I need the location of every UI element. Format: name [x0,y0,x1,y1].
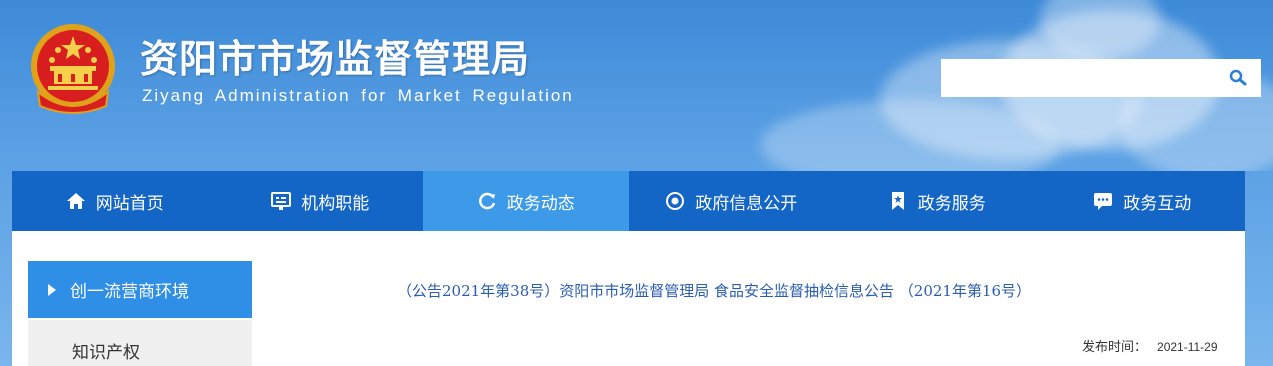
main-nav: 网站首页 机构职能 政务动态 政府信息公开 政务服务 政务互动 [12,171,1245,231]
article-title: （公告2021年第38号）资阳市市场监督管理局 食品安全监督抽检信息公告 （20… [397,282,1032,300]
chat-icon [1094,193,1113,210]
nav-item-info-disclosure[interactable]: 政府信息公开 [629,171,835,231]
search-box [941,59,1261,97]
national-emblem-icon [28,20,118,116]
sidebar-item-label: 知识产权 [72,342,140,363]
nav-item-interaction[interactable]: 政务互动 [1040,171,1246,231]
nav-item-label: 政务互动 [1123,193,1192,214]
sidebar-item-label: 创一流营商环境 [70,282,189,302]
site-subtitle: Ziyang Administration for Market Regulat… [142,86,574,105]
nav-item-services[interactable]: 政务服务 [834,171,1040,231]
organization-icon [271,192,292,210]
content-area: 创一流营商环境 知识产权 （公告2021年第38号）资阳市市场监督管理局 食品安… [12,231,1245,366]
sidebar-item-intellectual-property[interactable]: 知识产权 [28,320,252,366]
nav-item-label: 政务服务 [917,193,986,214]
nav-item-organization[interactable]: 机构职能 [218,171,424,231]
publish-date: 2021-11-29 [1157,340,1218,354]
nav-item-news[interactable]: 政务动态 [423,171,629,231]
search-input[interactable] [941,59,1221,97]
nav-item-label: 机构职能 [301,193,370,214]
publish-time: 发布时间： 2021-11-29 [1082,336,1218,355]
site-title: 资阳市市场监督管理局 [140,37,531,81]
nav-item-label: 政务动态 [506,193,575,214]
bookmark-icon [891,192,904,210]
sidebar: 创一流营商环境 知识产权 [28,261,252,366]
search-icon[interactable] [1229,69,1247,87]
info-circle-icon [666,192,685,210]
sidebar-item-business-environment[interactable]: 创一流营商环境 [28,261,252,318]
caret-right-icon [48,283,56,296]
publish-label: 发布时间： [1082,339,1148,354]
nav-item-label: 网站首页 [95,193,164,214]
refresh-icon [478,192,495,210]
nav-item-label: 政府信息公开 [695,193,798,214]
home-icon [66,193,85,209]
nav-item-home[interactable]: 网站首页 [12,171,218,231]
